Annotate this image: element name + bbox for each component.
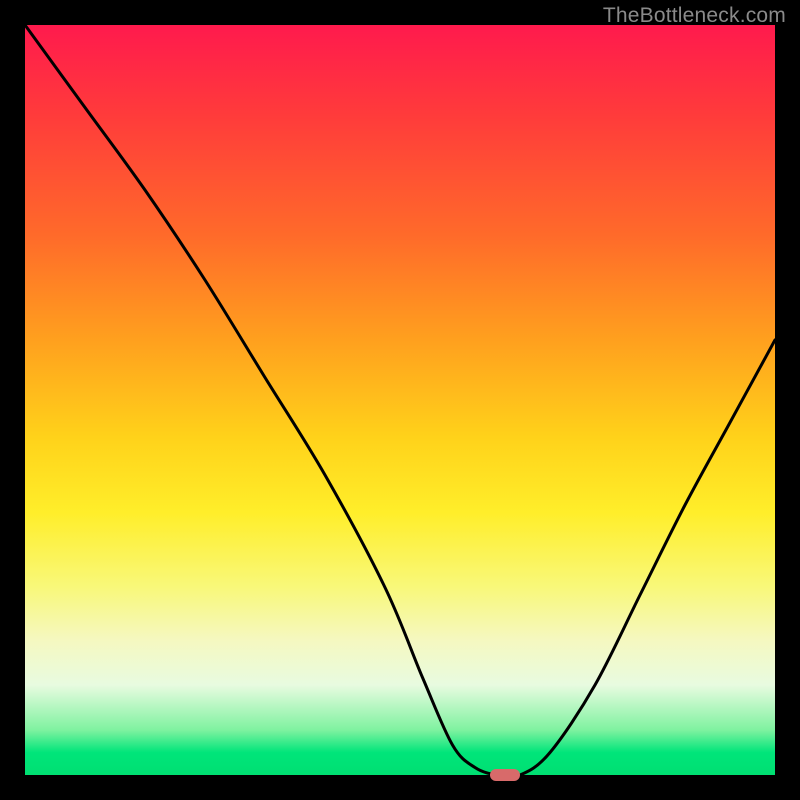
curve-path xyxy=(25,25,775,775)
chart-frame: TheBottleneck.com xyxy=(0,0,800,800)
bottleneck-curve xyxy=(25,25,775,775)
min-marker xyxy=(490,769,520,780)
plot-area xyxy=(25,25,775,775)
